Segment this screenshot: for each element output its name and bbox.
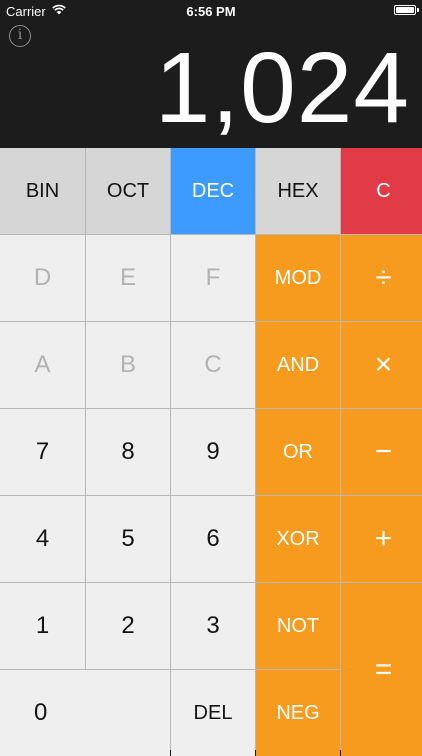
digit-3-button[interactable]: 3 [171,583,255,669]
keypad: BIN OCT DEC HEX C D E F MOD ÷ A B C AND … [0,148,422,756]
result-display: 1,024 [154,32,410,144]
hex-e-button[interactable]: E [86,235,170,321]
mode-dec-button[interactable]: DEC [171,148,255,234]
subtract-button[interactable]: − [341,409,422,495]
digit-4-button[interactable]: 4 [0,496,85,582]
neg-button[interactable]: NEG [256,670,340,756]
divide-button[interactable]: ÷ [341,235,422,321]
digit-6-button[interactable]: 6 [171,496,255,582]
add-button[interactable]: + [341,496,422,582]
delete-button[interactable]: DEL [171,670,255,756]
digit-7-button[interactable]: 7 [0,409,85,495]
hex-a-button[interactable]: A [0,322,85,408]
hex-b-button[interactable]: B [86,322,170,408]
hex-f-button[interactable]: F [171,235,255,321]
info-icon[interactable]: i [9,25,31,47]
equals-button[interactable]: = [341,583,422,756]
mode-hex-button[interactable]: HEX [256,148,340,234]
clock: 6:56 PM [186,4,236,19]
not-button[interactable]: NOT [256,583,340,669]
or-button[interactable]: OR [256,409,340,495]
multiply-button[interactable]: × [341,322,422,408]
mode-oct-button[interactable]: OCT [86,148,170,234]
xor-button[interactable]: XOR [256,496,340,582]
and-button[interactable]: AND [256,322,340,408]
digit-2-button[interactable]: 2 [86,583,170,669]
clear-button[interactable]: C [341,148,422,234]
mode-bin-button[interactable]: BIN [0,148,85,234]
digit-1-button[interactable]: 1 [0,583,85,669]
digit-0-button[interactable]: 0 [0,670,170,756]
hex-c-button[interactable]: C [171,322,255,408]
digit-8-button[interactable]: 8 [86,409,170,495]
hex-d-button[interactable]: D [0,235,85,321]
digit-5-button[interactable]: 5 [86,496,170,582]
digit-9-button[interactable]: 9 [171,409,255,495]
battery-icon [394,5,419,15]
mod-button[interactable]: MOD [256,235,340,321]
status-bar: Carrier 6:56 PM [0,0,422,22]
